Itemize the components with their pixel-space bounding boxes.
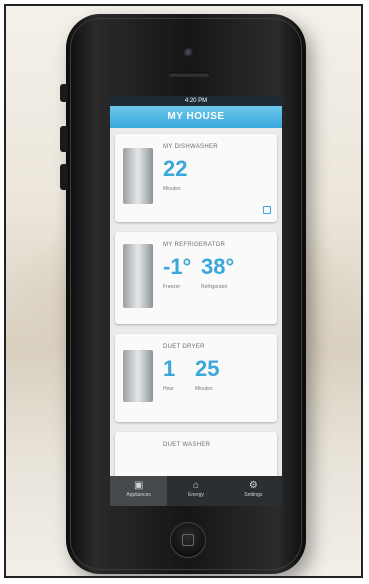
card-dishwasher[interactable]: MY DISHWASHER 22 Minutes [115,134,277,222]
tab-appliances[interactable]: ▣ Appliances [110,476,168,506]
home-square-icon [182,534,194,546]
home-icon: ⌂ [192,480,200,491]
front-camera [184,48,194,58]
volume-down-button [60,164,68,190]
card-dryer[interactable]: DUET DRYER 1 25 Hour Minutes [115,334,277,422]
dryer-hour-value: 1 [163,356,176,381]
gear-icon: ⚙ [248,480,258,491]
card-title: DUET WASHER [163,442,211,448]
tab-label: Appliances [126,492,151,498]
dryer-image [123,350,153,402]
card-title: DUET DRYER [163,344,205,350]
home-button[interactable] [170,522,206,558]
appliance-icon: ▣ [133,480,144,491]
status-bar: 4:20 PM [110,96,282,106]
dryer-minute-value: 25 [195,356,220,381]
mute-switch [60,84,68,102]
photo-frame: 4:20 PM MY HOUSE MY DISHWASHER 22 Minute… [4,4,363,578]
card-title: MY DISHWASHER [163,144,218,150]
tab-settings[interactable]: ⚙ Settings [225,476,282,506]
lock-icon[interactable] [263,206,271,214]
phone-screen: 4:20 PM MY HOUSE MY DISHWASHER 22 Minute… [110,96,282,506]
phone: 4:20 PM MY HOUSE MY DISHWASHER 22 Minute… [60,14,306,574]
refrigerator-image [123,244,153,308]
card-washer[interactable]: DUET WASHER [115,432,277,482]
dryer-minute-label: Minutes [195,386,213,392]
fridge-label: Refrigerator [201,284,228,290]
freezer-temp-value: -1° [163,254,192,279]
tab-energy[interactable]: ⌂ Energy [167,476,224,506]
dishwasher-image [123,148,153,204]
card-title: MY REFRIGERATOR [163,242,226,248]
nav-title: MY HOUSE [110,106,282,128]
freezer-label: Freezer [163,284,181,290]
dishwasher-minutes-value: 22 [163,156,188,181]
card-refrigerator[interactable]: MY REFRIGERATOR -1° 38° Freezer Refriger… [115,232,277,324]
tab-bar: ▣ Appliances ⌂ Energy ⚙ Settings [110,476,282,506]
dryer-hour-label: Hour [163,386,174,392]
dishwasher-minutes-label: Minutes [163,186,181,192]
fridge-temp-value: 38° [201,254,235,279]
tab-label: Energy [188,492,204,498]
earpiece-speaker [168,72,210,77]
tab-label: Settings [244,492,263,498]
volume-up-button [60,126,68,152]
